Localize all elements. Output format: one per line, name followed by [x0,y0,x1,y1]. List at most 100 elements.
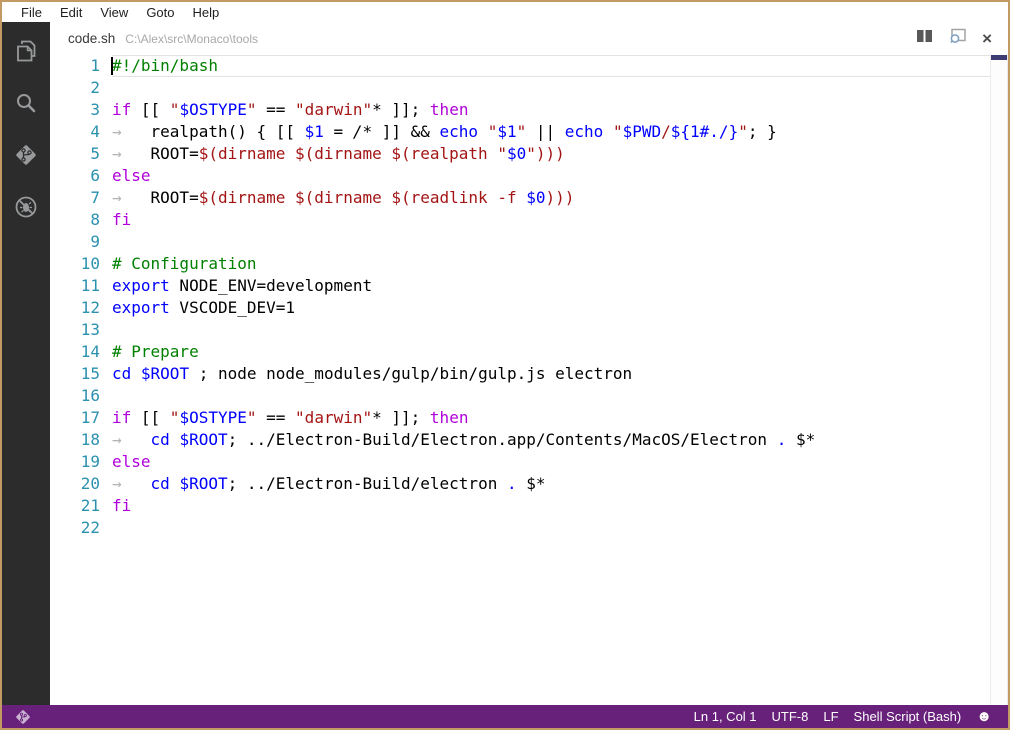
code-line[interactable]: → ROOT=$(dirname $(dirname $(readlink -f … [112,187,1008,209]
line-number[interactable]: 17 [50,407,108,429]
open-preview-icon[interactable] [948,28,967,49]
code-line[interactable]: → cd $ROOT; ../Electron-Build/electron . … [112,473,1008,495]
split-editor-icon[interactable] [916,29,933,48]
code-token: " [246,100,257,119]
line-number[interactable]: 11 [50,275,108,297]
code-token: $ROOT [179,430,228,449]
line-number[interactable]: 5 [50,143,108,165]
cursor-position[interactable]: Ln 1, Col 1 [694,709,757,724]
menu-view[interactable]: View [91,5,137,20]
line-number[interactable]: 1 [50,55,108,77]
line-number[interactable]: 6 [50,165,108,187]
code-token: $(dirname $(dirname $(realpath " [198,144,507,163]
tab-filename[interactable]: code.sh [68,31,115,46]
code-token: " [738,122,748,141]
search-icon[interactable] [13,90,39,116]
line-number[interactable]: 3 [50,99,108,121]
line-number[interactable]: 8 [50,209,108,231]
tab-bar: code.sh C:\Alex\src\Monaco\tools × [50,22,1008,55]
code-line[interactable]: → ROOT=$(dirname $(dirname $(realpath "$0… [112,143,1008,165]
code-token: ]] && [372,122,440,141]
code-token: . [506,474,517,493]
line-number[interactable]: 2 [50,77,108,99]
code-line[interactable]: # Prepare [112,341,1008,363]
code-line[interactable]: → realpath() { [[ $1 = /* ]] && echo "$1"… [112,121,1008,143]
language-mode[interactable]: Shell Script (Bash) [854,709,962,724]
code-line[interactable]: fi [112,495,1008,517]
code-line[interactable] [112,385,1008,407]
code-line[interactable] [112,77,1008,99]
code-token: " [487,122,498,141]
code-line[interactable]: else [112,451,1008,473]
line-number[interactable]: 4 [50,121,108,143]
line-number[interactable]: 14 [50,341,108,363]
code-token: / [661,122,671,141]
scrollbar[interactable] [990,55,1008,705]
code-token: " [246,408,257,427]
tab-indicator: → [112,122,122,141]
code-line[interactable]: if [[ "$OSTYPE" == "darwin"* ]]; then [112,99,1008,121]
code-line[interactable]: export VSCODE_DEV=1 [112,297,1008,319]
line-number[interactable]: 9 [50,231,108,253]
code-token: == [256,100,296,119]
code-token: VSCODE_DEV=1 [169,298,296,317]
git-branch-icon[interactable] [14,708,32,726]
code-line[interactable]: #!/bin/bash [111,55,1008,77]
files-icon[interactable] [13,38,39,64]
eol-type[interactable]: LF [823,709,838,724]
code-token: ${1#./} [670,122,739,141]
menu-goto[interactable]: Goto [137,5,183,20]
line-number[interactable]: 16 [50,385,108,407]
code-line[interactable]: cd $ROOT ; node node_modules/gulp/bin/gu… [112,363,1008,385]
line-number[interactable]: 22 [50,517,108,539]
code-token: ROOT= [150,188,199,207]
line-number[interactable]: 13 [50,319,108,341]
code-line[interactable]: export NODE_ENV=development [112,275,1008,297]
code-token: #!/bin/bash [112,56,218,75]
line-number[interactable]: 19 [50,451,108,473]
code-token: $OSTYPE [179,408,247,427]
code-line[interactable]: if [[ "$OSTYPE" == "darwin"* ]]; then [112,407,1008,429]
tab-indicator: → [112,474,122,493]
code-token: " [612,122,623,141]
code-token: ]]; [381,100,430,119]
code-area[interactable]: #!/bin/bash if [[ "$OSTYPE" == "darwin"* … [108,55,1008,705]
code-token: # Prepare [112,342,199,361]
line-number[interactable]: 18 [50,429,108,451]
code-token: ROOT= [150,144,199,163]
line-number[interactable]: 20 [50,473,108,495]
code-line[interactable]: fi [112,209,1008,231]
feedback-smiley-icon[interactable]: ☻ [976,709,992,724]
line-number[interactable]: 21 [50,495,108,517]
code-token: $* [786,430,816,449]
line-number[interactable]: 12 [50,297,108,319]
code-token: $PWD [622,122,662,141]
code-line[interactable] [112,517,1008,539]
code-token: $0 [526,188,546,207]
tab-indicator: → [112,188,122,207]
code-token: $(dirname $(dirname $(readlink -f [198,188,527,207]
line-number[interactable]: 10 [50,253,108,275]
code-line[interactable] [112,231,1008,253]
code-token: * [372,408,382,427]
code-line[interactable]: # Configuration [112,253,1008,275]
debug-icon[interactable] [13,194,39,220]
git-icon[interactable] [13,142,39,168]
menu-file[interactable]: File [12,5,51,20]
line-number[interactable]: 7 [50,187,108,209]
menu-edit[interactable]: Edit [51,5,91,20]
encoding[interactable]: UTF-8 [772,709,809,724]
code-line[interactable] [112,319,1008,341]
editor[interactable]: 1 2 3 4 5 6 7 8 9 10 11 12 13 14 15 16 17 18 19 20 21 22 #!/b… [50,55,1008,705]
code-token: ; ../Electron-Build/electron [227,474,507,493]
line-number[interactable]: 15 [50,363,108,385]
code-token: export [112,276,170,295]
code-line[interactable]: → cd $ROOT; ../Electron-Build/Electron.ap… [112,429,1008,451]
menu-help[interactable]: Help [184,5,229,20]
code-token: cd [150,430,170,449]
code-line[interactable]: else [112,165,1008,187]
cursor-overview-mark [991,55,1007,60]
close-icon[interactable]: × [982,30,992,47]
